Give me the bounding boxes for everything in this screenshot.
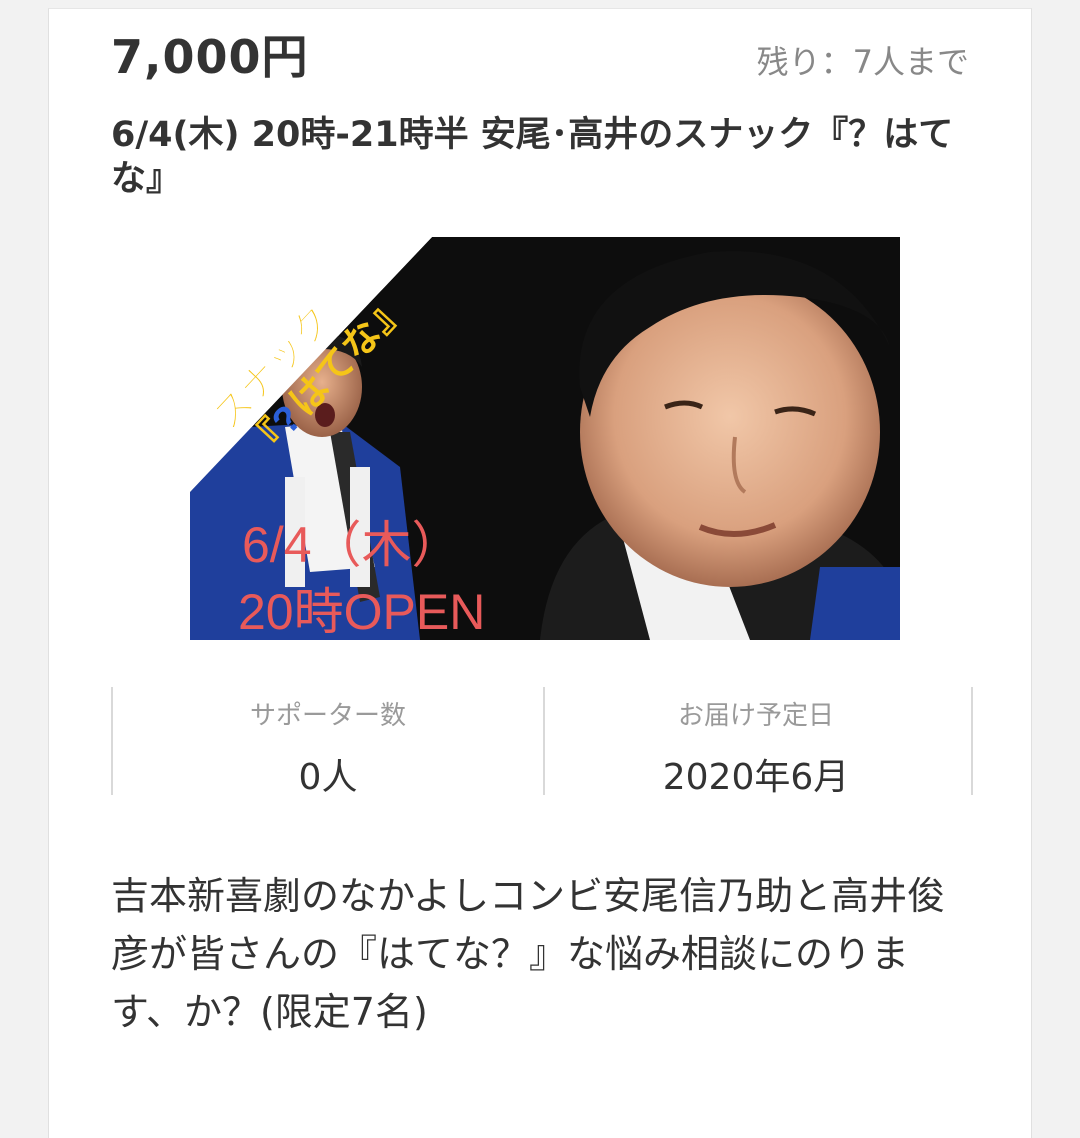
reward-title: 6/4(木) 20時-21時半 安尾･高井のスナック『？はてな』	[111, 115, 954, 199]
reward-description: 吉本新喜劇のなかよしコンビ安尾信乃助と高井俊彦が皆さんの『はてな？』な悩み相談に…	[111, 874, 946, 1034]
reward-price: 7,000円	[111, 30, 309, 84]
image-date-text: 6/4（木）	[242, 517, 462, 573]
supporters-label: サポーター数	[249, 701, 406, 731]
delivery-value: 2020年6月	[662, 757, 850, 798]
supporters-stat: サポーター数 0人	[111, 687, 545, 798]
reward-image: スナック 『 ? はてな』 6/4（木） 20時OPEN	[190, 237, 900, 640]
delivery-label: お届け予定日	[677, 701, 834, 731]
reward-card[interactable]: 7,000円 残り：7人まで 6/4(木) 20時-21時半 安尾･高井のスナッ…	[48, 8, 1032, 1138]
image-open-text: 20時OPEN	[238, 584, 485, 640]
reward-stats: サポーター数 0人 お届け予定日 2020年6月	[111, 687, 973, 798]
supporters-value: 0人	[298, 757, 358, 798]
remaining-count: 残り：7人まで	[756, 43, 969, 81]
delivery-stat: お届け予定日 2020年6月	[541, 687, 973, 798]
